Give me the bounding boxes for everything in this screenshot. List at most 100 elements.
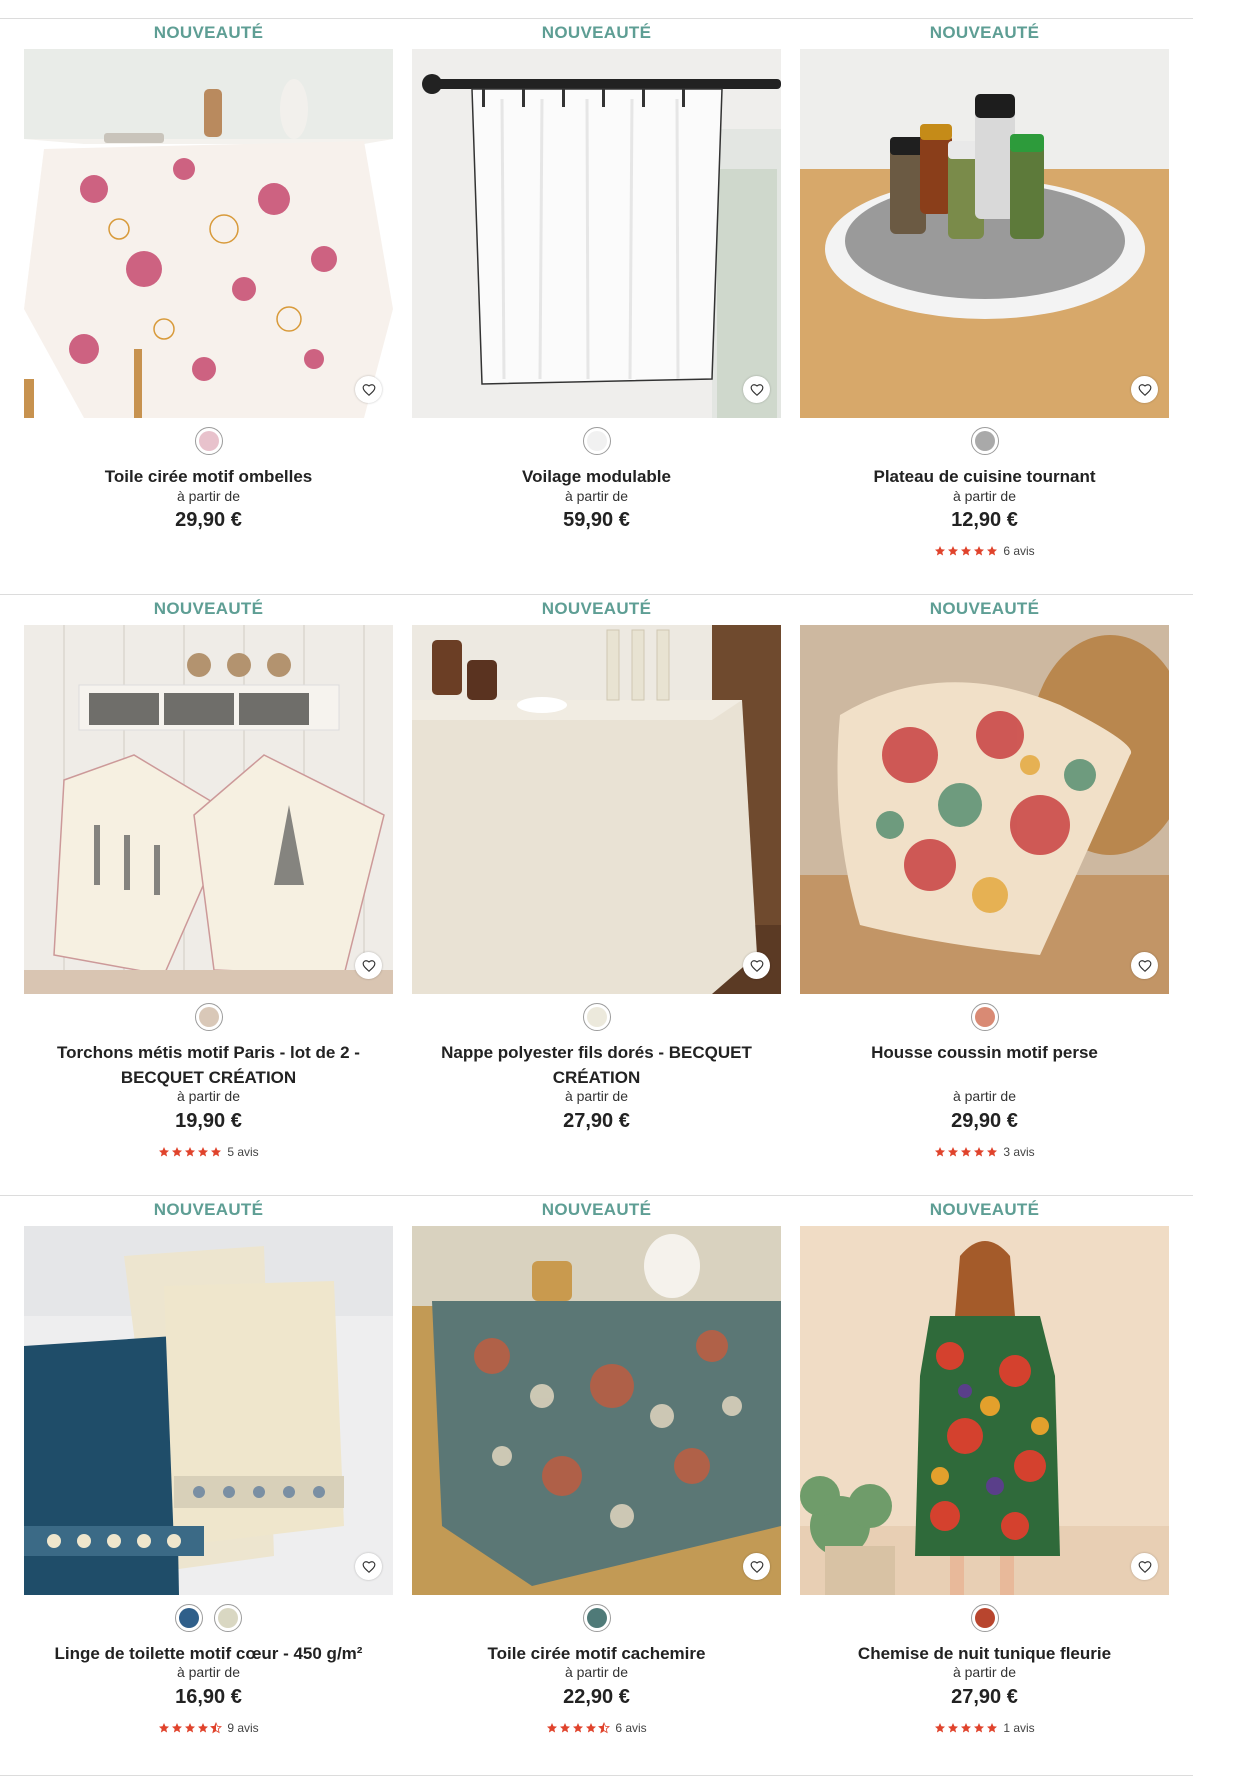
- product-card[interactable]: NOUVEAUTÉ Toile cirée motif cachemire à …: [412, 1195, 781, 1755]
- review-count: 6 avis: [615, 1721, 647, 1735]
- swatch-color: [198, 1007, 219, 1027]
- product-price: 22,90 €: [563, 1686, 630, 1708]
- favorite-button[interactable]: [355, 952, 382, 979]
- swatch-color: [586, 431, 607, 451]
- swatch-color: [974, 1007, 995, 1027]
- price-prefix: à partir de: [176, 488, 241, 504]
- product-card[interactable]: NOUVEAUTÉ Voilage modulable à partir de …: [412, 18, 781, 578]
- product-card[interactable]: NOUVEAUTÉ Linge de toilette motif cœur -…: [24, 1195, 393, 1755]
- swatch-color: [586, 1007, 607, 1027]
- new-badge: NOUVEAUTÉ: [541, 1200, 652, 1219]
- product-price: 27,90 €: [951, 1686, 1018, 1708]
- favorite-button[interactable]: [743, 376, 770, 403]
- product-image[interactable]: [24, 1226, 393, 1595]
- product-card[interactable]: NOUVEAUTÉ Toile cirée motif ombelles à p…: [24, 18, 393, 578]
- star-icon: [960, 1146, 972, 1158]
- product-name[interactable]: Torchons métis motif Paris - lot de 2 - …: [24, 1040, 393, 1090]
- favorite-button[interactable]: [1131, 1553, 1158, 1580]
- favorite-button[interactable]: [1131, 376, 1158, 403]
- favorite-button[interactable]: [355, 1553, 382, 1580]
- color-swatch[interactable]: [214, 1604, 242, 1632]
- cushion-persian-image: [800, 625, 1169, 994]
- product-card[interactable]: NOUVEAUTÉ Nappe polyester fils dorés - B…: [412, 594, 781, 1154]
- heart-icon: [750, 1560, 764, 1574]
- rating-stars: [158, 1722, 223, 1734]
- swatch-color: [974, 1608, 995, 1628]
- towels-heart-image: [24, 1226, 393, 1595]
- favorite-button[interactable]: [743, 1553, 770, 1580]
- product-rating[interactable]: 3 avis: [800, 1145, 1169, 1159]
- product-name[interactable]: Nappe polyester fils dorés - BECQUET CRÉ…: [412, 1040, 781, 1090]
- color-swatch[interactable]: [970, 427, 999, 455]
- tea-towels-paris-image: [24, 625, 393, 994]
- color-swatch[interactable]: [582, 1604, 611, 1632]
- nightdress-floral-image: [800, 1226, 1169, 1595]
- price-prefix: à partir de: [564, 1088, 629, 1104]
- product-rating[interactable]: 9 avis: [24, 1721, 393, 1735]
- color-swatch[interactable]: [582, 427, 611, 455]
- product-card[interactable]: NOUVEAUTÉ Plateau de cuisine tournant à …: [800, 18, 1169, 578]
- color-swatches: [24, 427, 393, 457]
- product-card[interactable]: NOUVEAUTÉ Chemise de nuit tunique fleuri…: [800, 1195, 1169, 1755]
- product-name[interactable]: Housse coussin motif perse: [800, 1040, 1169, 1065]
- color-swatch[interactable]: [970, 1604, 999, 1632]
- product-rating[interactable]: 1 avis: [800, 1721, 1169, 1735]
- product-name[interactable]: Voilage modulable: [412, 464, 781, 489]
- product-image[interactable]: [24, 625, 393, 994]
- product-card[interactable]: NOUVEAUTÉ Torchons métis motif Paris - l…: [24, 594, 393, 1159]
- star-icon: [559, 1722, 571, 1734]
- star-icon: [973, 545, 985, 557]
- heart-icon: [750, 383, 764, 397]
- star-icon: [973, 1722, 985, 1734]
- product-image[interactable]: [24, 49, 393, 418]
- color-swatch[interactable]: [582, 1003, 611, 1031]
- color-swatch[interactable]: [970, 1003, 999, 1031]
- product-image[interactable]: [800, 1226, 1169, 1595]
- product-image[interactable]: [412, 625, 781, 994]
- color-swatch[interactable]: [194, 427, 223, 455]
- product-rating[interactable]: 5 avis: [24, 1145, 393, 1159]
- star-icon: [934, 545, 946, 557]
- price-prefix: à partir de: [176, 1664, 241, 1680]
- new-badge: NOUVEAUTÉ: [153, 599, 264, 618]
- star-icon: [598, 1722, 611, 1734]
- new-badge: NOUVEAUTÉ: [541, 599, 652, 618]
- color-swatches: [412, 427, 781, 457]
- tablecloth-paisley-image: [412, 1226, 781, 1595]
- star-icon: [171, 1722, 183, 1734]
- star-icon: [184, 1722, 196, 1734]
- product-price: 27,90 €: [563, 1110, 630, 1132]
- new-badge: NOUVEAUTÉ: [929, 1200, 1040, 1219]
- favorite-button[interactable]: [1131, 952, 1158, 979]
- color-swatches: [800, 427, 1169, 457]
- product-name[interactable]: Toile cirée motif ombelles: [24, 464, 393, 489]
- tablecloth-floral-image: [24, 49, 393, 418]
- tablecloth-linen-image: [412, 625, 781, 994]
- product-image[interactable]: [800, 625, 1169, 994]
- color-swatches: [412, 1003, 781, 1033]
- star-icon: [960, 545, 972, 557]
- product-image[interactable]: [412, 1226, 781, 1595]
- product-rating[interactable]: 6 avis: [412, 1721, 781, 1735]
- product-image[interactable]: [800, 49, 1169, 418]
- product-grid-page: NOUVEAUTÉ Toile cirée motif ombelles à p…: [0, 0, 1250, 1782]
- color-swatch[interactable]: [194, 1003, 223, 1031]
- price-prefix: à partir de: [564, 1664, 629, 1680]
- color-swatch[interactable]: [175, 1604, 203, 1632]
- product-price: 29,90 €: [175, 509, 242, 531]
- product-name[interactable]: Linge de toilette motif cœur - 450 g/m²: [24, 1641, 393, 1666]
- star-icon: [546, 1722, 558, 1734]
- product-card[interactable]: NOUVEAUTÉ Housse coussin motif perse à p…: [800, 594, 1169, 1159]
- rating-stars: [934, 1722, 998, 1734]
- favorite-button[interactable]: [355, 376, 382, 403]
- spice-turntable-image: [800, 49, 1169, 418]
- product-name[interactable]: Toile cirée motif cachemire: [412, 1641, 781, 1666]
- product-image[interactable]: [412, 49, 781, 418]
- product-name[interactable]: Plateau de cuisine tournant: [800, 464, 1169, 489]
- heart-icon: [1138, 1560, 1152, 1574]
- product-rating[interactable]: 6 avis: [800, 544, 1169, 558]
- product-name[interactable]: Chemise de nuit tunique fleurie: [800, 1641, 1169, 1666]
- swatch-color: [974, 431, 995, 451]
- star-icon: [973, 1146, 985, 1158]
- favorite-button[interactable]: [743, 952, 770, 979]
